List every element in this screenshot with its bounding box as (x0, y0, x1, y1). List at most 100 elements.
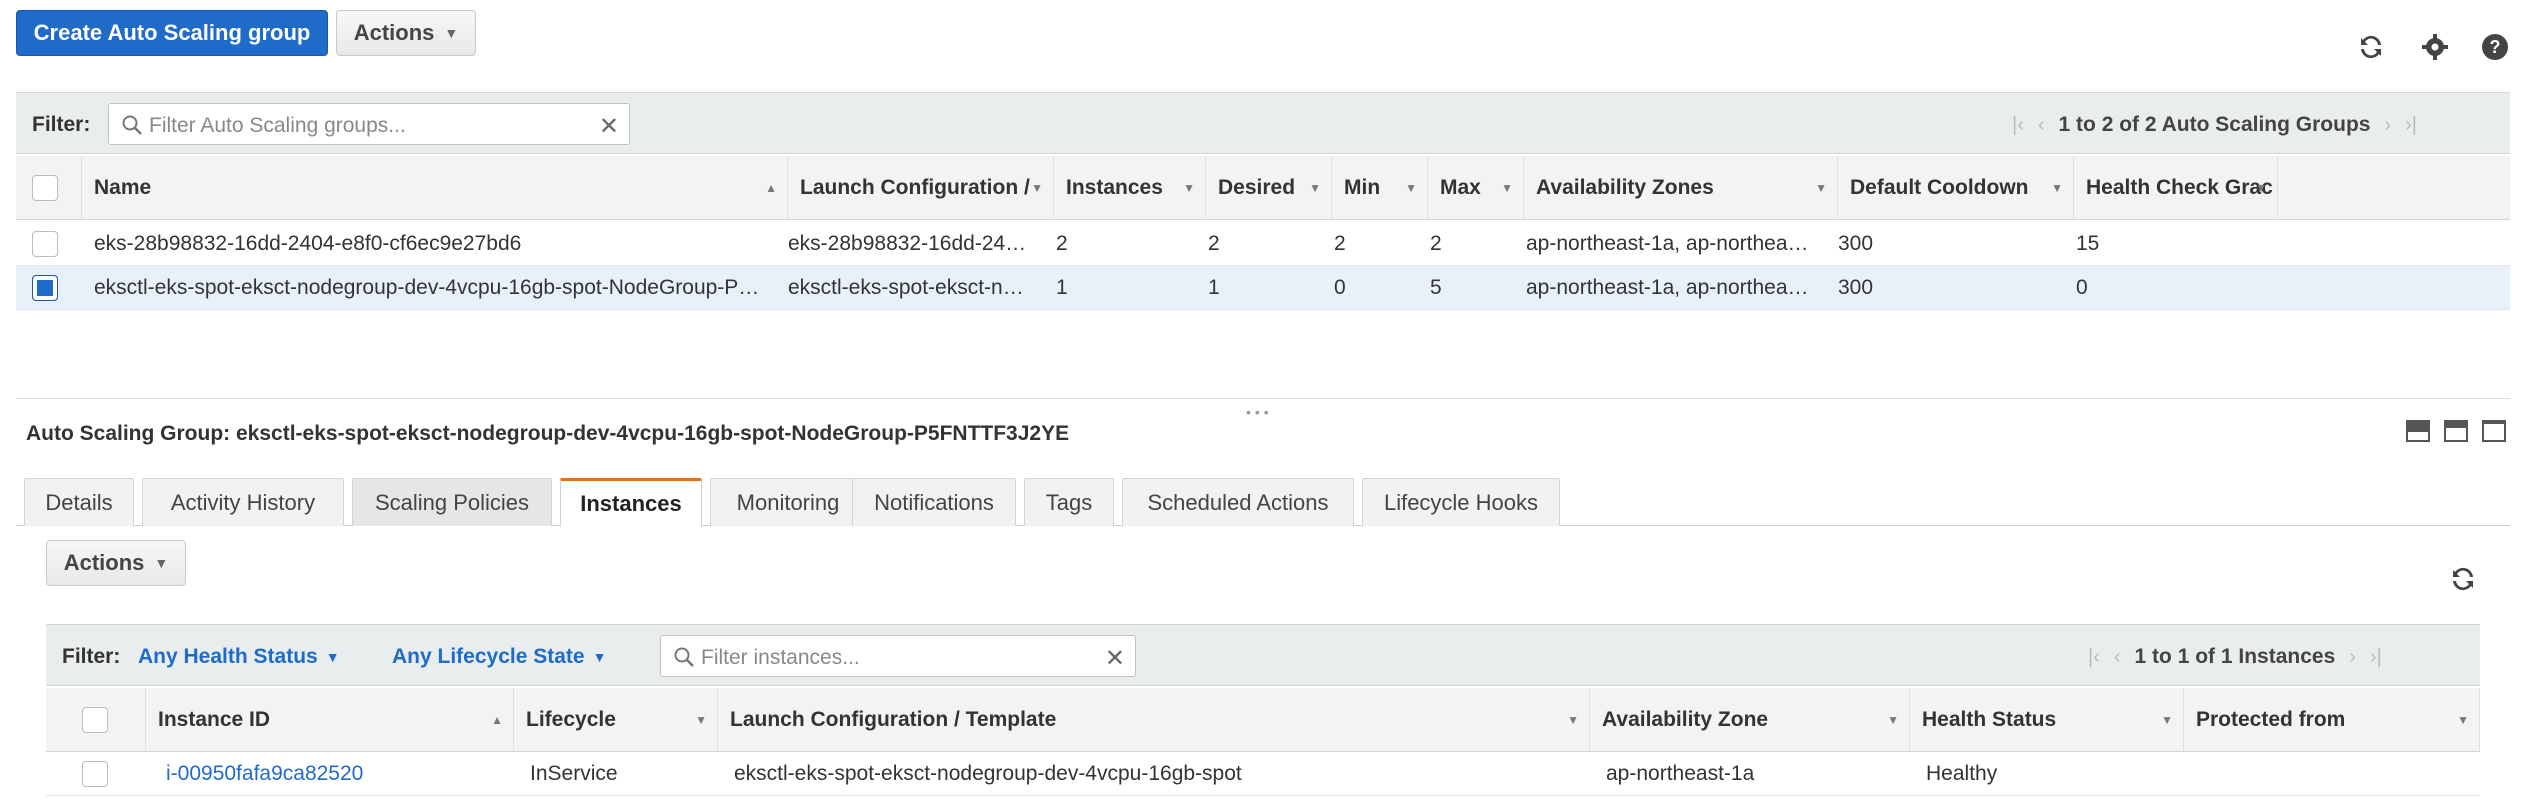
split-divider[interactable] (16, 398, 2510, 399)
prev-page-icon[interactable]: ‹ (2114, 646, 2121, 669)
instance-lifecycle: InService (530, 762, 618, 785)
layout-bottom-icon[interactable] (2406, 420, 2430, 442)
tab-notifications[interactable]: Notifications (852, 478, 1016, 526)
col-instance-id-label: Instance ID (158, 708, 271, 731)
groups-search-input[interactable]: Filter Auto Scaling groups... ✕ (108, 103, 630, 145)
col-launch-label: Launch Configuration / (800, 176, 1030, 199)
instance-launch-template: eksctl-eks-spot-eksct-nodegroup-dev-4vcp… (734, 762, 1242, 785)
refresh-icon[interactable] (2446, 562, 2480, 596)
col-cooldown[interactable]: Default Cooldown ▼ (1838, 156, 2074, 220)
gear-icon[interactable] (2418, 30, 2452, 64)
first-page-icon[interactable]: |‹ (2088, 646, 2100, 669)
health-status-dropdown[interactable]: Any Health Status ▼ (138, 645, 340, 669)
row-checkbox-checked[interactable] (32, 275, 58, 301)
group-launch: eks-28b98832-16dd-24… (788, 232, 1027, 255)
clear-icon[interactable]: ✕ (599, 112, 619, 141)
col-name[interactable]: Name ▲ (82, 156, 788, 220)
instances-filter-bar: Filter: Any Health Status ▼ Any Lifecycl… (46, 624, 2480, 686)
sort-icon: ▼ (1183, 181, 1195, 195)
select-all-checkbox[interactable] (32, 175, 58, 201)
filter-label: Filter: (62, 645, 121, 668)
col-availability-zone[interactable]: Availability Zone ▼ (1590, 688, 1910, 752)
group-instances: 2 (1056, 232, 1068, 255)
help-icon[interactable]: ? (2478, 30, 2512, 64)
layout-toggle (2406, 420, 2506, 442)
col-grace-label: Health Check Grac (2086, 176, 2273, 199)
col-launch-template-label: Launch Configuration / Template (730, 708, 1057, 731)
row-checkbox[interactable] (32, 231, 58, 257)
search-icon (121, 114, 143, 142)
actions-label: Actions (353, 20, 435, 45)
next-page-icon[interactable]: › (2349, 646, 2356, 669)
first-page-icon[interactable]: |‹ (2012, 114, 2024, 137)
col-name-label: Name (94, 176, 152, 199)
drag-handle-icon[interactable]: ••• (1246, 404, 1273, 420)
col-instance-id[interactable]: Instance ID ▲ (146, 688, 514, 752)
col-desired[interactable]: Desired ▼ (1206, 156, 1332, 220)
instance-id-link[interactable]: i-00950fafa9ca82520 (166, 752, 506, 796)
health-status-label: Any Health Status (138, 645, 318, 668)
col-min-label: Min (1344, 176, 1381, 199)
tab-instances[interactable]: Instances (560, 478, 702, 527)
col-min[interactable]: Min ▼ (1332, 156, 1428, 220)
instances-actions-button[interactable]: Actions ▼ (46, 540, 186, 586)
instance-protected (2200, 752, 2470, 796)
detail-title: Auto Scaling Group: eksctl-eks-spot-eksc… (26, 422, 1070, 445)
col-lifecycle[interactable]: Lifecycle ▼ (514, 688, 718, 752)
tab-lifecycle-hooks[interactable]: Lifecycle Hooks (1362, 478, 1560, 526)
tab-scaling-policies[interactable]: Scaling Policies (352, 478, 552, 526)
tab-tags[interactable]: Tags (1024, 478, 1114, 526)
last-page-icon[interactable]: ›| (2405, 114, 2417, 137)
prev-page-icon[interactable]: ‹ (2038, 114, 2045, 137)
refresh-icon[interactable] (2354, 30, 2388, 64)
col-cooldown-label: Default Cooldown (1850, 176, 2029, 199)
group-min: 2 (1334, 232, 1346, 255)
row-checkbox[interactable] (82, 761, 108, 787)
table-row-selected[interactable]: eksctl-eks-spot-eksct-nodegroup-dev-4vcp… (16, 266, 2510, 310)
col-zones[interactable]: Availability Zones ▼ (1524, 156, 1838, 220)
col-health-status[interactable]: Health Status ▼ (1910, 688, 2184, 752)
tab-scheduled-actions[interactable]: Scheduled Actions (1122, 478, 1354, 526)
group-grace: 0 (2076, 276, 2088, 299)
lifecycle-state-dropdown[interactable]: Any Lifecycle State ▼ (392, 645, 606, 669)
last-page-icon[interactable]: ›| (2370, 646, 2382, 669)
instances-actions-label: Actions (63, 550, 145, 575)
instances-search-input[interactable]: Filter instances... ✕ (660, 635, 1136, 677)
table-row[interactable]: eks-28b98832-16dd-2404-e8f0-cf6ec9e27bd6… (16, 222, 2510, 266)
col-grace[interactable]: Health Check Grac ▼ (2074, 156, 2278, 220)
search-icon (673, 646, 695, 674)
create-auto-scaling-group-button[interactable]: Create Auto Scaling group (16, 10, 328, 56)
chevron-down-icon: ▼ (325, 649, 340, 665)
group-zones: ap-northeast-1a, ap-northea… (1526, 232, 1809, 255)
col-health-status-label: Health Status (1922, 708, 2057, 731)
group-zones: ap-northeast-1a, ap-northea… (1526, 276, 1809, 299)
layout-split-icon[interactable] (2444, 420, 2468, 442)
chevron-down-icon: ▼ (154, 555, 169, 571)
select-all-checkbox[interactable] (82, 707, 108, 733)
tab-details[interactable]: Details (24, 478, 134, 526)
actions-button[interactable]: Actions ▼ (336, 10, 476, 56)
group-instances: 1 (1056, 276, 1068, 299)
group-name: eks-28b98832-16dd-2404-e8f0-cf6ec9e27bd6 (94, 232, 522, 255)
clear-icon[interactable]: ✕ (1105, 644, 1125, 673)
next-page-icon[interactable]: › (2384, 114, 2391, 137)
col-lifecycle-label: Lifecycle (526, 708, 616, 731)
detail-tabs: Details Activity History Scaling Policie… (16, 478, 2510, 527)
sort-asc-icon: ▲ (491, 713, 503, 727)
col-launch-template[interactable]: Launch Configuration / Template ▼ (718, 688, 1590, 752)
sort-icon: ▼ (695, 713, 707, 727)
col-launch[interactable]: Launch Configuration / ▼ (788, 156, 1054, 220)
col-availability-zone-label: Availability Zone (1602, 708, 1769, 731)
tab-activity-history[interactable]: Activity History (142, 478, 344, 526)
chevron-down-icon: ▼ (444, 25, 459, 41)
sort-icon: ▼ (2255, 181, 2267, 195)
instances-pager: |‹ ‹ 1 to 1 of 1 Instances › ›| (2088, 645, 2382, 669)
instance-health: Healthy (1926, 762, 1998, 785)
tab-monitoring[interactable]: Monitoring (710, 478, 866, 526)
col-instances[interactable]: Instances ▼ (1054, 156, 1206, 220)
table-row[interactable]: i-00950fafa9ca82520 InService eksctl-eks… (46, 752, 2480, 796)
groups-filter-bar: Filter: Filter Auto Scaling groups... ✕ … (16, 92, 2510, 154)
col-protected-from[interactable]: Protected from ▼ (2184, 688, 2480, 752)
col-max[interactable]: Max ▼ (1428, 156, 1524, 220)
layout-full-icon[interactable] (2482, 420, 2506, 442)
